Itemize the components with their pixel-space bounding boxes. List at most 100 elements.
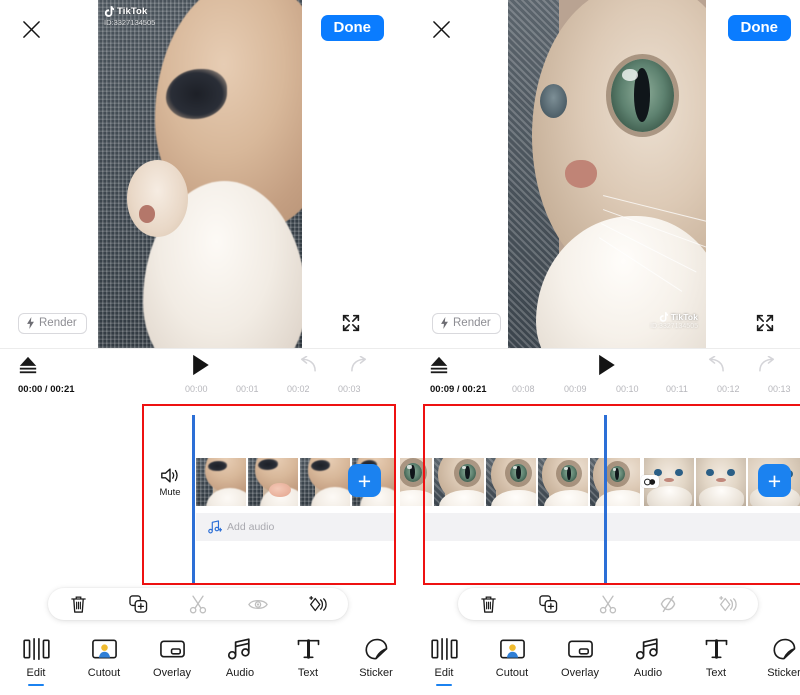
fullscreen-icon [342, 314, 360, 332]
clip-thumbnail[interactable] [538, 458, 588, 506]
play-button[interactable] [597, 354, 616, 381]
render-label: Render [453, 317, 491, 329]
ruler-tick: 00:08 [512, 384, 535, 394]
nav-item-edit[interactable]: Edit [2, 637, 70, 686]
transport-bar-left [0, 348, 400, 381]
clip-thumbnail-image [590, 458, 640, 506]
export-button[interactable] [17, 355, 39, 380]
transition-icon [644, 478, 656, 485]
video-preview-left[interactable]: TikTok ID:3327134505 Done Render [0, 0, 400, 348]
mute-button[interactable]: Mute [150, 467, 190, 498]
clip-thumbnail-image [196, 458, 246, 506]
sparkle-shapes-icon [719, 595, 737, 611]
done-button[interactable]: Done [320, 15, 384, 41]
nav-item-overlay[interactable]: Overlay [138, 637, 206, 679]
preview-visibility-button[interactable] [648, 595, 688, 613]
text-t-icon [297, 639, 319, 659]
add-audio-label: Add audio [227, 521, 275, 533]
duplicate-button[interactable] [528, 595, 568, 613]
clip-thumbnail[interactable] [486, 458, 536, 506]
ruler-tick: 00:10 [616, 384, 639, 394]
nav-item-audio[interactable]: Audio [614, 637, 682, 679]
timeline-ruler-left: 00:00 / 00:21 00:00 00:01 00:02 00:03 [0, 381, 400, 403]
nav-label: Text [297, 667, 319, 679]
clip-thumbnail[interactable] [400, 458, 432, 506]
timeline-left[interactable]: Mute + Add audio [0, 403, 400, 588]
eject-icon [19, 356, 37, 374]
eject-icon [430, 356, 448, 374]
nav-item-text[interactable]: Text [274, 637, 342, 679]
nav-item-sticker[interactable]: Sticker [750, 637, 800, 679]
effects-button[interactable] [298, 595, 338, 614]
undo-button[interactable] [296, 355, 317, 379]
close-button[interactable] [426, 14, 456, 44]
nav-item-text[interactable]: Text [682, 637, 750, 679]
playhead[interactable] [604, 415, 607, 583]
ruler-tick: 00:09 [564, 384, 587, 394]
delete-button[interactable] [58, 595, 98, 614]
ruler-tick: 00:03 [338, 384, 361, 394]
music-note-icon [227, 638, 250, 660]
fullscreen-icon [756, 314, 774, 332]
play-button[interactable] [191, 354, 210, 381]
clip-thumbnail[interactable] [434, 458, 484, 506]
export-button[interactable] [428, 355, 450, 380]
nav-active-indicator [28, 683, 44, 686]
split-button[interactable] [178, 595, 218, 614]
close-button[interactable] [16, 14, 46, 44]
clip-thumbnail[interactable] [248, 458, 298, 506]
nav-item-overlay[interactable]: Overlay [546, 637, 614, 679]
clip-thumbnail-image [696, 458, 746, 506]
clip-thumbnail[interactable] [696, 458, 746, 506]
effects-button[interactable] [708, 595, 748, 614]
audio-track[interactable]: Add audio [196, 513, 396, 541]
ruler-tick: 00:02 [287, 384, 310, 394]
video-preview-right[interactable]: TikTok ID:3327134505 Done Render [400, 0, 800, 348]
nav-item-audio[interactable]: Audio [206, 637, 274, 679]
scissors-icon [189, 595, 207, 613]
nav-label: Audio [633, 667, 663, 679]
clip-thumbnail-image [434, 458, 484, 506]
nav-item-cutout[interactable]: Cutout [70, 637, 138, 679]
playhead[interactable] [192, 415, 195, 583]
add-clip-button[interactable]: + [758, 464, 791, 497]
transition-button[interactable] [641, 475, 659, 488]
fullscreen-button[interactable] [754, 312, 778, 336]
clip-thumbnail-image [300, 458, 350, 506]
add-clip-button[interactable]: + [348, 464, 381, 497]
split-button[interactable] [588, 595, 628, 614]
fullscreen-button[interactable] [340, 312, 364, 336]
undo-button[interactable] [704, 355, 725, 379]
nav-label: Audio [225, 667, 255, 679]
delete-button[interactable] [468, 595, 508, 614]
lightning-icon [27, 317, 34, 329]
render-button[interactable]: Render [432, 313, 501, 334]
clip-thumbnail[interactable] [300, 458, 350, 506]
current-time-label: 00:00 / 00:21 [18, 384, 75, 395]
video-subject-nose [565, 160, 598, 188]
nav-item-cutout[interactable]: Cutout [478, 637, 546, 679]
redo-button[interactable] [350, 355, 371, 379]
redo-button[interactable] [758, 355, 779, 379]
clip-thumbnail[interactable] [590, 458, 640, 506]
eye-off-icon [660, 595, 676, 613]
ruler-tick: 00:01 [236, 384, 259, 394]
mute-label: Mute [159, 487, 181, 498]
nav-label: Cutout [87, 667, 121, 679]
clip-thumbnail[interactable] [196, 458, 246, 506]
close-icon [22, 20, 40, 38]
nav-item-edit[interactable]: Edit [410, 637, 478, 686]
ruler-tick: 00:00 [185, 384, 208, 394]
audio-track[interactable] [423, 513, 800, 541]
current-time-label: 00:09 / 00:21 [430, 384, 487, 395]
render-button[interactable]: Render [18, 313, 87, 334]
timeline-right[interactable]: + [400, 403, 800, 588]
transport-bar-right [400, 348, 800, 381]
preview-visibility-button[interactable] [238, 597, 278, 612]
duplicate-button[interactable] [118, 595, 158, 613]
nav-label: Sticker [359, 667, 393, 679]
video-clip-track[interactable] [400, 458, 800, 506]
done-button[interactable]: Done [727, 15, 791, 41]
sticker-peel-icon [772, 638, 795, 660]
nav-item-sticker[interactable]: Sticker [342, 637, 400, 679]
